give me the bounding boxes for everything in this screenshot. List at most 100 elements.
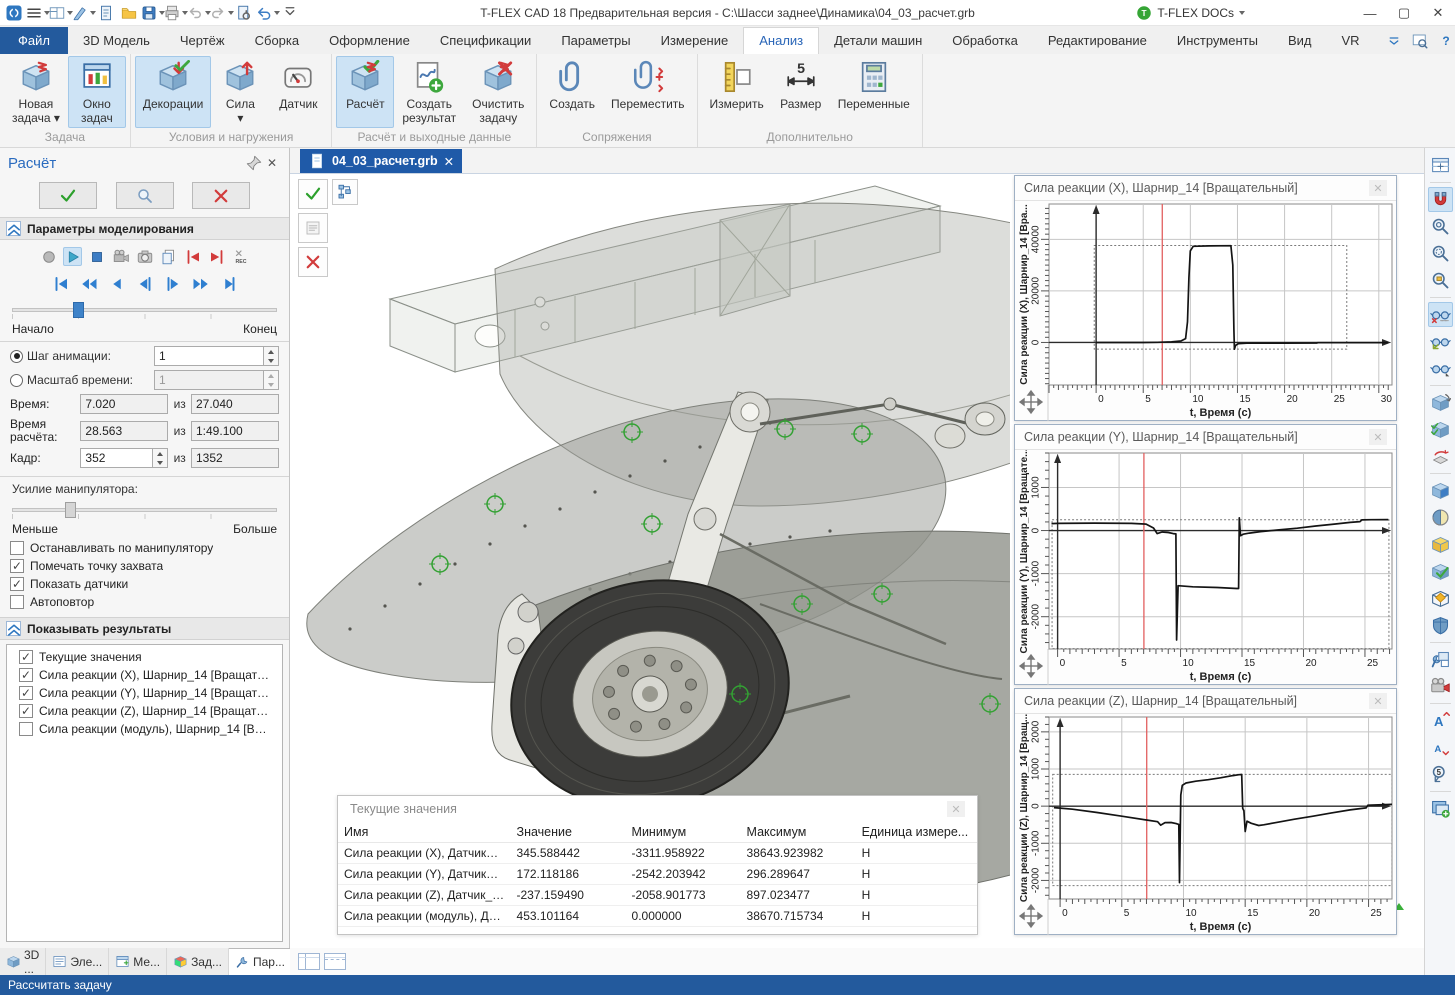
show-glasses-icon[interactable] xyxy=(1428,329,1453,354)
ribbon-button-decorations[interactable]: Декорации xyxy=(135,56,212,128)
checkbox[interactable]: ✓ xyxy=(10,577,24,591)
menu-tab-Чертёж[interactable]: Чертёж xyxy=(165,28,240,54)
zoom-number-icon[interactable]: 5 xyxy=(1428,762,1453,787)
panel-close-icon[interactable]: ✕ xyxy=(263,154,281,172)
fast-forward-icon[interactable] xyxy=(192,275,210,293)
3d-viewport[interactable]: Текущие значения ✕ ИмяЗначениеМинимумМак… xyxy=(290,174,1424,948)
shaded-sphere-icon[interactable] xyxy=(1428,505,1453,530)
result-item[interactable]: ✓Сила реакции (X), Шарнир_14 [Вращательн… xyxy=(9,666,280,684)
view-cube-icon[interactable] xyxy=(1428,478,1453,503)
chart-window-z[interactable]: Сила реакции (Z), Шарнир_14 [Вращательны… xyxy=(1014,688,1397,935)
split-vertical-icon[interactable] xyxy=(298,953,320,970)
menu-icon[interactable] xyxy=(27,3,47,23)
rotate-cube-icon[interactable] xyxy=(1428,390,1453,415)
panel-tab-bt-3d[interactable]: 3D ... xyxy=(0,948,46,975)
menu-tab-Детали машин[interactable]: Детали машин xyxy=(819,28,937,54)
collapse-chevron-icon[interactable] xyxy=(6,621,21,636)
font-decrease-icon[interactable]: A xyxy=(1428,735,1453,760)
chart-close-icon[interactable]: ✕ xyxy=(1369,180,1387,196)
add-window-icon[interactable] xyxy=(1428,796,1453,821)
frame-back-icon[interactable] xyxy=(136,275,154,293)
new-document-icon[interactable] xyxy=(73,3,93,23)
ribbon-button-task-clear[interactable]: Очистить задачу xyxy=(464,56,532,128)
results-list[interactable]: ✓Текущие значения✓Сила реакции (X), Шарн… xyxy=(6,644,283,942)
time-scale-radio[interactable] xyxy=(10,374,23,387)
values-window-close-icon[interactable]: ✕ xyxy=(947,801,965,817)
panel-tab-bt-task[interactable]: Зад... xyxy=(167,948,229,975)
diagram-window-icon[interactable] xyxy=(1428,153,1453,178)
last-frame-icon[interactable] xyxy=(220,275,238,293)
checkbox[interactable]: ✓ xyxy=(19,650,33,664)
cancel-button[interactable] xyxy=(298,247,328,277)
chart-close-icon[interactable]: ✕ xyxy=(1369,429,1387,445)
ribbon-button-variables-calc[interactable]: Переменные xyxy=(830,56,918,128)
ribbon-button-task-new[interactable]: Новая задача ▾ xyxy=(4,56,68,128)
rewind-icon[interactable] xyxy=(80,275,98,293)
values-column-header[interactable]: Единица измере... xyxy=(856,822,977,843)
rec-icon[interactable]: REC xyxy=(231,247,250,266)
first-frame-icon[interactable] xyxy=(52,275,70,293)
check-cube2-icon[interactable] xyxy=(1428,559,1453,584)
option-checkbox[interactable]: ✓Показать датчики xyxy=(0,575,289,593)
checkbox[interactable]: ✓ xyxy=(19,686,33,700)
frame-forward-icon[interactable] xyxy=(164,275,182,293)
animation-step-radio[interactable] xyxy=(10,350,23,363)
menu-tab-Редактирование[interactable]: Редактирование xyxy=(1033,28,1162,54)
window-layout-icon[interactable] xyxy=(50,3,70,23)
checkbox[interactable]: ✓ xyxy=(10,559,24,573)
chart-close-icon[interactable]: ✕ xyxy=(1369,693,1387,709)
menu-tab-Файл[interactable]: Файл xyxy=(0,27,68,54)
tflex-docs-button[interactable]: T T-FLEX DOCs xyxy=(1135,4,1245,22)
document-tab-close-icon[interactable]: ✕ xyxy=(444,154,454,169)
values-column-header[interactable]: Имя xyxy=(338,822,511,843)
ribbon-button-measure-ruler[interactable]: Измерить xyxy=(702,56,772,128)
panel-tab-bt-param[interactable]: Пар... xyxy=(229,948,292,975)
jump-end-icon[interactable] xyxy=(207,247,226,266)
ribbon-button-calc-run[interactable]: Расчёт xyxy=(336,56,394,128)
magnet-icon[interactable] xyxy=(1428,187,1453,212)
apply-button[interactable] xyxy=(39,182,97,209)
checkbox[interactable]: ✓ xyxy=(19,704,33,718)
play-icon[interactable] xyxy=(63,247,82,266)
maximize-button[interactable]: ▢ xyxy=(1387,0,1421,26)
jump-start-icon[interactable] xyxy=(183,247,202,266)
chart-plot[interactable]: 0510152025-2000-1000010002000Сила реакци… xyxy=(1015,714,1396,935)
panel-tab-bt-menu[interactable]: Ме... xyxy=(109,948,167,975)
glasses-icon[interactable] xyxy=(1428,356,1453,381)
animation-step-input[interactable] xyxy=(154,346,264,366)
checkbox[interactable] xyxy=(19,722,33,736)
structure-button[interactable] xyxy=(332,179,358,205)
option-checkbox[interactable]: Останавливать по манипулятору xyxy=(0,539,289,557)
time-scale-input[interactable] xyxy=(154,370,264,390)
result-item[interactable]: ✓Текущие значения xyxy=(9,648,280,666)
redo-icon[interactable] xyxy=(211,3,231,23)
close-button[interactable]: ✕ xyxy=(1421,0,1455,26)
undo-icon[interactable] xyxy=(188,3,208,23)
camera-icon[interactable] xyxy=(1428,674,1453,699)
undo-all-icon[interactable] xyxy=(257,3,277,23)
option-checkbox[interactable]: ✓Помечать точку захвата xyxy=(0,557,289,575)
timeline-slider-handle[interactable] xyxy=(73,302,84,318)
print-icon[interactable] xyxy=(165,3,185,23)
checkbox[interactable] xyxy=(10,595,24,609)
chart-window-y[interactable]: Сила реакции (Y), Шарнир_14 [Вращательны… xyxy=(1014,424,1397,685)
timeline-slider[interactable] xyxy=(12,301,277,319)
section-cube-icon[interactable] xyxy=(1428,586,1453,611)
menu-tab-Обработка[interactable]: Обработка xyxy=(937,28,1033,54)
chart-window-x[interactable]: Сила реакции (X), Шарнир_14 [Вращательны… xyxy=(1014,175,1397,421)
chart-plot[interactable]: 05101520253002000040000Сила реакции (X),… xyxy=(1015,201,1396,421)
snapshot-icon[interactable] xyxy=(135,247,154,266)
shield-icon[interactable] xyxy=(1428,613,1453,638)
font-increase-icon[interactable]: A xyxy=(1428,708,1453,733)
hide-glasses-icon[interactable] xyxy=(1428,302,1453,327)
check-cube-icon[interactable] xyxy=(1428,417,1453,442)
values-column-header[interactable]: Максимум xyxy=(741,822,856,843)
menu-tab-VR[interactable]: VR xyxy=(1326,28,1374,54)
menu-tab-Оформление[interactable]: Оформление xyxy=(314,28,425,54)
animation-step-spinner[interactable] xyxy=(264,346,279,366)
section-modeling-params[interactable]: Параметры моделирования xyxy=(0,217,289,240)
ribbon-button-mate-move[interactable]: Переместить xyxy=(603,56,693,128)
result-item[interactable]: ✓Сила реакции (Y), Шарнир_14 [Вращательн… xyxy=(9,684,280,702)
menu-tab-3D Модель[interactable]: 3D Модель xyxy=(68,28,165,54)
cancel-button[interactable] xyxy=(192,182,250,209)
